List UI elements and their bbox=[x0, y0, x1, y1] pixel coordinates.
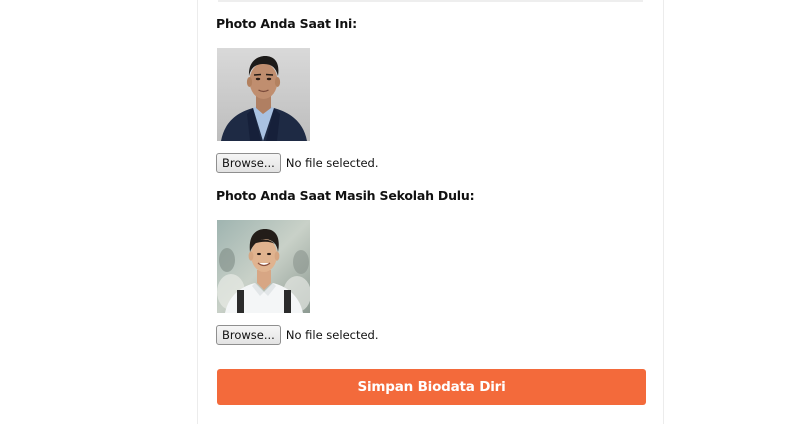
school-photo-label: Photo Anda Saat Masih Sekolah Dulu: bbox=[216, 188, 475, 203]
current-photo-file-input: Browse... No file selected. bbox=[216, 153, 379, 173]
current-photo-file-status: No file selected. bbox=[285, 156, 379, 170]
school-photo-browse-button[interactable]: Browse... bbox=[216, 325, 281, 345]
top-divider bbox=[218, 0, 643, 2]
school-photo-file-input: Browse... No file selected. bbox=[216, 325, 379, 345]
school-photo-file-status: No file selected. bbox=[285, 328, 379, 342]
current-photo-label: Photo Anda Saat Ini: bbox=[216, 16, 357, 31]
school-photo-preview bbox=[217, 220, 310, 313]
current-photo-browse-button[interactable]: Browse... bbox=[216, 153, 281, 173]
page: Photo Anda Saat Ini: Browse... No file s… bbox=[0, 0, 800, 424]
save-biodata-button[interactable]: Simpan Biodata Diri bbox=[217, 369, 646, 405]
current-photo-preview bbox=[217, 48, 310, 141]
